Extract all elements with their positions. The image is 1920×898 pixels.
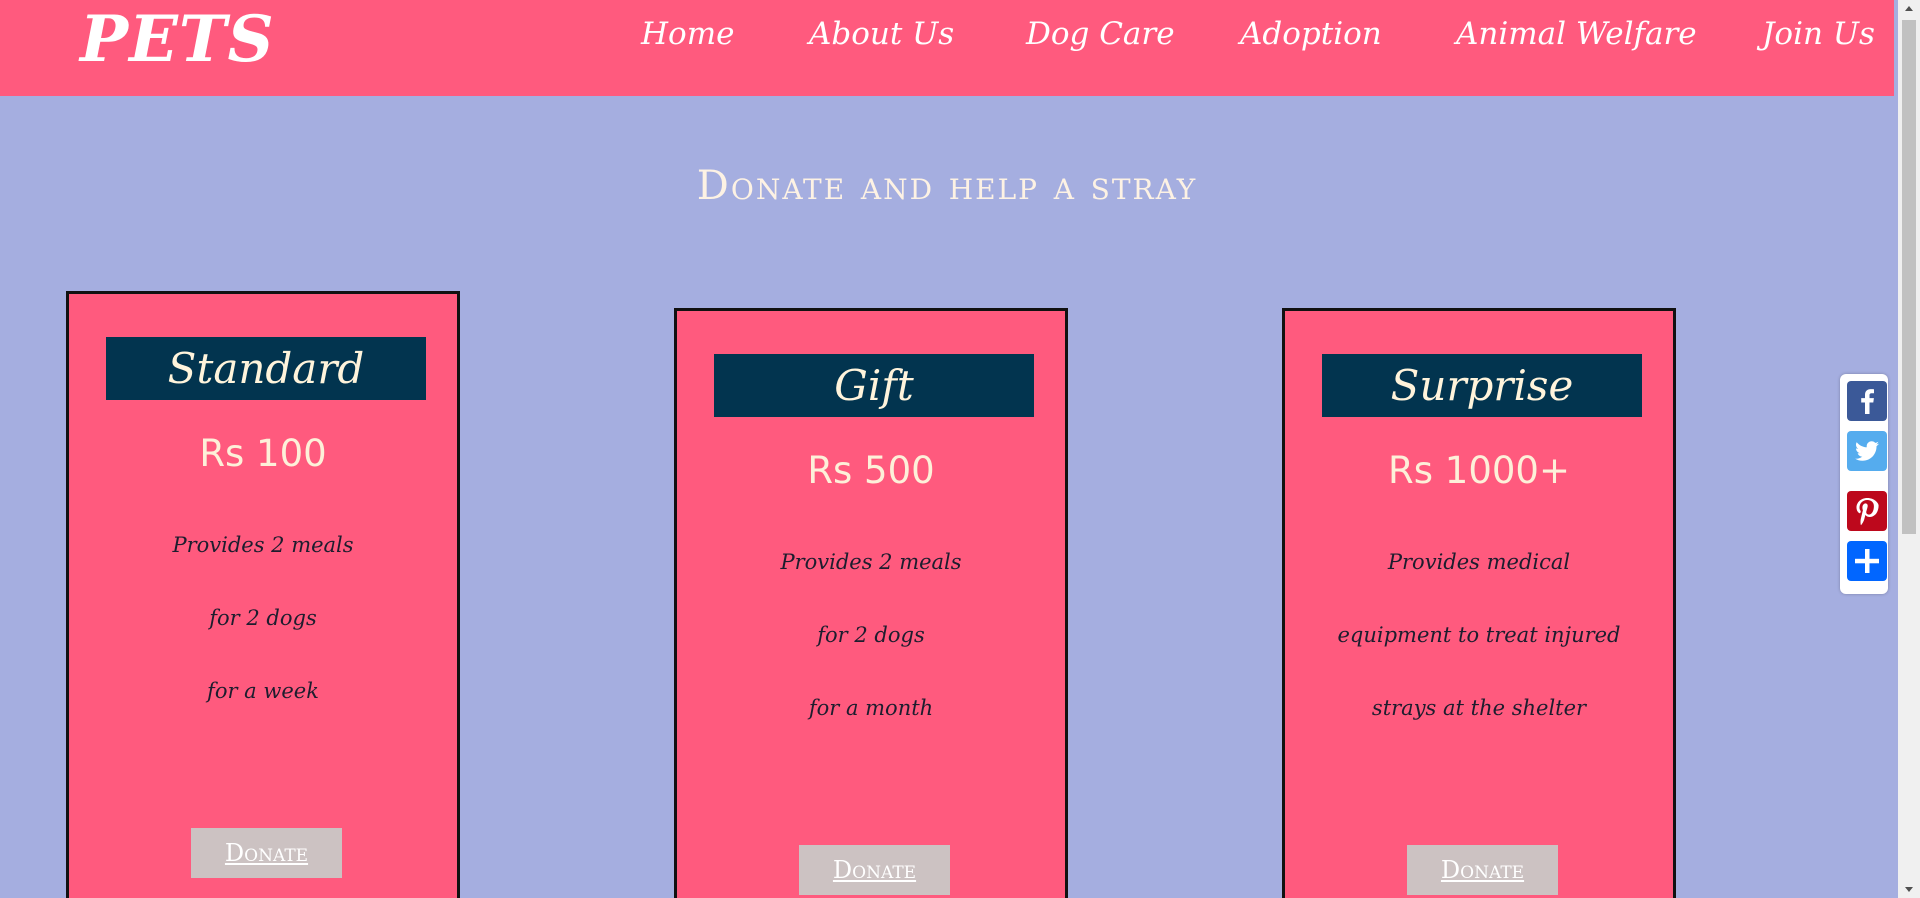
vertical-scrollbar[interactable] [1898,0,1920,898]
nav-join-us[interactable]: Join Us [1762,14,1875,54]
twitter-icon [1855,441,1879,461]
card-title: Gift [714,354,1034,417]
card-description-line: for 2 dogs [209,606,317,630]
pinterest-share-button[interactable] [1847,491,1887,531]
nav-about-us[interactable]: About Us [809,14,954,54]
card-description-line: Provides 2 meals [172,533,354,557]
donate-button[interactable]: Donate [1407,845,1558,895]
card-description-line: for 2 dogs [817,623,925,647]
page-title: Donate and help a stray [696,163,1198,209]
card-description-line: equipment to treat injured [1337,623,1621,647]
nav-home[interactable]: Home [641,14,734,54]
navbar: PETS Home About Us Dog Care Adoption Ani… [0,0,1894,96]
card-description-line: for a week [207,679,319,703]
card-description-line: strays at the shelter [1371,696,1587,720]
share-more-button[interactable] [1847,541,1887,581]
card-title: Standard [106,337,426,400]
site-logo[interactable]: PETS [80,4,275,76]
donation-card-standard: Standard Rs 100 Provides 2 meals for 2 d… [66,291,460,898]
scroll-down-arrow-icon[interactable] [1898,880,1920,898]
card-description-line: Provides medical [1387,550,1571,574]
facebook-share-button[interactable] [1847,381,1887,421]
scrollbar-thumb[interactable] [1902,20,1916,534]
share-plus-icon [1855,549,1879,573]
card-description-line: Provides 2 meals [780,550,962,574]
facebook-icon [1861,389,1874,414]
donate-button[interactable]: Donate [799,845,950,895]
donation-card-gift: Gift Rs 500 Provides 2 meals for 2 dogs … [674,308,1068,898]
nav-dog-care[interactable]: Dog Care [1026,14,1175,54]
card-price: Rs 1000+ [1388,449,1570,492]
card-title: Surprise [1322,354,1642,417]
page: PETS Home About Us Dog Care Adoption Ani… [0,0,1920,898]
donate-button[interactable]: Donate [191,828,342,878]
pinterest-icon [1856,498,1879,526]
card-price: Rs 100 [199,432,327,475]
nav-adoption[interactable]: Adoption [1240,14,1382,54]
card-description-line: for a month [808,696,934,720]
card-price: Rs 500 [807,449,935,492]
twitter-share-button[interactable] [1847,431,1887,471]
nav-animal-welfare[interactable]: Animal Welfare [1456,14,1697,54]
donation-card-surprise: Surprise Rs 1000+ Provides medical equip… [1282,308,1676,898]
scroll-up-arrow-icon[interactable] [1898,0,1920,18]
share-bar [1840,374,1888,594]
